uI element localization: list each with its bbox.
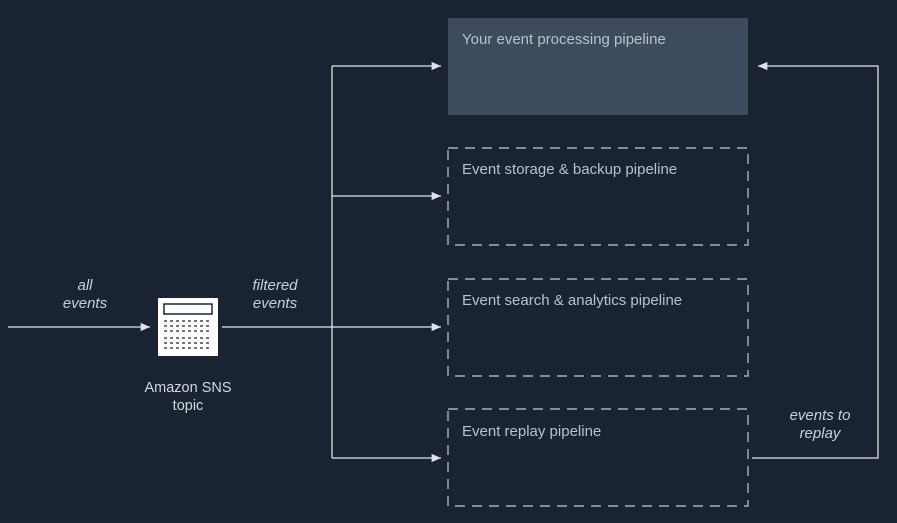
box-search-label: Event search & analytics pipeline <box>462 292 682 309</box>
sns-label-1: Amazon SNS <box>144 380 231 396</box>
sns-label-2: topic <box>173 398 204 414</box>
label-filtered-2: events <box>253 295 298 312</box>
arrow-events-to-replay <box>752 66 878 458</box>
box-processing-label: Your event processing pipeline <box>462 31 666 48</box>
box-storage-label: Event storage & backup pipeline <box>462 161 677 178</box>
box-replay-label: Event replay pipeline <box>462 423 601 440</box>
sns-topic-icon <box>158 298 218 356</box>
label-all-events-2: events <box>63 295 108 312</box>
label-replay-1: events to <box>790 407 851 424</box>
label-all-events-1: all <box>77 277 93 294</box>
label-replay-2: replay <box>800 425 842 442</box>
label-filtered-1: filtered <box>252 277 298 294</box>
